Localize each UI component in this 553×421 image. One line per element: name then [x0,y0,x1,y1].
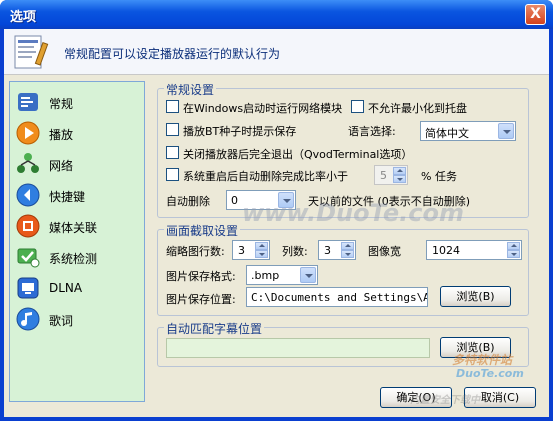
header-band: 常规配置可以设定播放器运行的默认行为 [4,29,549,75]
sidebar-item-play[interactable]: 播放 [16,120,140,146]
sidebar-item-label: DLNA [49,281,83,295]
title-bar[interactable]: 选项 X [0,0,553,29]
sidebar-item-general[interactable]: 常规 [16,89,140,115]
spin-down-icon[interactable] [341,250,354,258]
window-title: 选项 [10,10,37,25]
width-stepper[interactable]: 1024 [426,240,522,260]
exit-fully-checkbox[interactable] [166,146,179,159]
format-value: .bmp [251,269,280,282]
spin-buttons [255,242,268,258]
media-association-icon [16,214,40,238]
sidebar-item-label: 快捷键 [49,190,86,204]
spin-down-icon[interactable] [507,250,520,258]
lyrics-icon [16,307,40,331]
system-check-icon [17,248,40,268]
corner-watermark-cn: 多特软件站 [452,353,513,367]
sidebar-item-media-association[interactable]: 媒体关联 [16,213,140,239]
close-button[interactable]: X [525,4,546,25]
subtitle-path-field[interactable] [166,338,430,358]
save-path-field[interactable]: C:\Documents and Settings\Admi [246,287,428,307]
restart-ratio-stepper[interactable]: 5 [374,165,408,185]
corner-watermark-bottom: 内置安全下载中 [410,395,480,406]
thumb-rows-value: 3 [238,244,245,257]
spin-up-icon[interactable] [393,167,406,175]
format-label: 图片保存格式: [166,270,236,283]
sidebar-item-label: 媒体关联 [49,221,98,235]
sidebar-item-label: 网络 [49,159,74,173]
corner-watermark-en: DuoTe.com [456,367,524,380]
startup-network-label: 在Windows启动时运行网络模块 [183,102,343,115]
sidebar-item-network[interactable]: 网络 [16,151,140,177]
network-icon [17,153,39,173]
dlna-icon [17,277,39,299]
cols-stepper[interactable]: 3 [318,240,356,260]
cols-value: 3 [324,244,331,257]
auto-delete-label: 自动删除 [166,195,210,208]
cols-label: 列数: [282,245,308,258]
sidebar-item-lyrics[interactable]: 歌词 [16,306,140,332]
exit-fully-label: 关闭播放器后完全退出（QvodTerminal选项） [183,148,413,161]
dialog-body: 常规配置可以设定播放器运行的默认行为 常规 播放 网络 快捷键 媒体关联 系统检… [4,29,549,417]
spin-down-icon[interactable] [255,250,268,258]
width-value: 1024 [432,244,460,257]
format-select[interactable]: .bmp [246,265,318,285]
sidebar-item-label: 系统检测 [49,252,98,266]
language-select[interactable]: 简体中文 [420,121,516,141]
no-minimize-tray-checkbox[interactable] [351,100,364,113]
settings-document-icon [14,35,49,69]
restart-ratio-value: 5 [380,169,387,182]
startup-network-checkbox[interactable] [166,100,179,113]
sidebar-item-dlna[interactable]: DLNA [16,275,140,301]
restart-delete-label: 系统重启后自动删除完成比率小于 [183,170,348,183]
auto-delete-value: 0 [231,194,238,207]
options-window: 选项 X 常规配置可以设定播放器运行的默认行为 常规 播放 网络 快捷键 媒体关… [0,0,553,421]
width-label: 图像宽 [368,245,401,258]
thumb-rows-label: 缩略图行数: [166,245,225,258]
thumb-rows-stepper[interactable]: 3 [232,240,270,260]
chevron-down-icon[interactable] [300,267,316,283]
close-icon: X [530,6,541,22]
restart-delete-checkbox[interactable] [166,168,179,181]
sidebar-item-label: 歌词 [49,314,74,328]
header-description: 常规配置可以设定播放器运行的默认行为 [64,47,281,61]
sidebar-item-label: 播放 [49,128,74,142]
subtitle-group-title: 自动匹配字幕位置 [164,320,265,337]
spin-buttons [393,167,406,183]
save-path-value: C:\Documents and Settings\Admi [251,291,427,304]
bt-prompt-checkbox[interactable] [166,123,179,136]
spin-up-icon[interactable] [341,242,354,250]
chevron-down-icon[interactable] [498,123,514,139]
general-icon [18,93,38,111]
sidebar-item-label: 常规 [49,97,74,111]
spin-down-icon[interactable] [393,175,406,183]
play-icon [16,121,40,145]
spin-up-icon[interactable] [255,242,268,250]
spin-up-icon[interactable] [507,242,520,250]
bt-prompt-label: 播放BT种子时提示保存 [183,125,297,138]
general-settings-title: 常规设置 [164,81,217,98]
spin-buttons [341,242,354,258]
language-label: 语言选择: [348,125,396,138]
no-minimize-tray-label: 不允许最小化到托盘 [368,102,467,115]
spin-buttons [507,242,520,258]
sidebar: 常规 播放 网络 快捷键 媒体关联 系统检测 DLNA 歌词 [9,81,145,402]
sidebar-item-system-check[interactable]: 系统检测 [16,244,140,270]
path-label: 图片保存位置: [166,293,236,306]
restart-suffix: % 任务 [421,170,457,183]
shortcut-icon [16,183,40,207]
capture-browse-button[interactable]: 浏览(B) [440,286,511,307]
center-watermark: www.DuoTe.com [242,199,464,227]
capture-settings-title: 画面截取设置 [164,222,241,239]
language-value: 简体中文 [425,127,469,140]
sidebar-item-shortcut[interactable]: 快捷键 [16,182,140,208]
